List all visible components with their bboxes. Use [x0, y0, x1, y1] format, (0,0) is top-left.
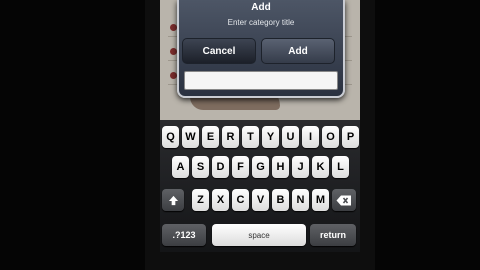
backspace-icon — [336, 195, 352, 206]
key-d[interactable]: D — [212, 156, 229, 178]
dialog-message: Enter category title — [227, 18, 295, 27]
key-k[interactable]: K — [312, 156, 329, 178]
cancel-button[interactable]: Cancel — [182, 38, 256, 64]
shift-arrow-icon — [168, 195, 179, 206]
numbers-key[interactable]: .?123 — [162, 224, 206, 246]
key-b[interactable]: B — [272, 189, 289, 211]
space-key[interactable]: space — [212, 224, 306, 246]
key-f[interactable]: F — [232, 156, 249, 178]
key-n[interactable]: N — [292, 189, 309, 211]
key-u[interactable]: U — [282, 126, 299, 148]
list-item-dot — [170, 24, 177, 31]
key-y[interactable]: Y — [262, 126, 279, 148]
key-a[interactable]: A — [172, 156, 189, 178]
list-item-dot — [170, 72, 177, 79]
shift-key[interactable] — [162, 189, 184, 211]
key-j[interactable]: J — [292, 156, 309, 178]
key-i[interactable]: I — [302, 126, 319, 148]
key-z[interactable]: Z — [192, 189, 209, 211]
add-category-dialog: Add Enter category title Cancel Add — [177, 0, 345, 98]
dialog-title: Add — [251, 2, 271, 13]
key-x[interactable]: X — [212, 189, 229, 211]
key-l[interactable]: L — [332, 156, 349, 178]
add-button[interactable]: Add — [261, 38, 335, 64]
key-t[interactable]: T — [242, 126, 259, 148]
list-item-dot — [170, 48, 177, 55]
key-o[interactable]: O — [322, 126, 339, 148]
backspace-key[interactable] — [332, 189, 356, 211]
return-key[interactable]: return — [310, 224, 356, 246]
key-r[interactable]: R — [222, 126, 239, 148]
key-v[interactable]: V — [252, 189, 269, 211]
on-screen-keyboard: Q W E R T Y U I O P A S D F G H J K L Z … — [160, 120, 360, 252]
key-w[interactable]: W — [182, 126, 199, 148]
key-h[interactable]: H — [272, 156, 289, 178]
key-p[interactable]: P — [342, 126, 359, 148]
key-c[interactable]: C — [232, 189, 249, 211]
key-g[interactable]: G — [252, 156, 269, 178]
key-e[interactable]: E — [202, 126, 219, 148]
category-title-input[interactable] — [184, 71, 338, 90]
key-q[interactable]: Q — [162, 126, 179, 148]
key-m[interactable]: M — [312, 189, 329, 211]
key-s[interactable]: S — [192, 156, 209, 178]
